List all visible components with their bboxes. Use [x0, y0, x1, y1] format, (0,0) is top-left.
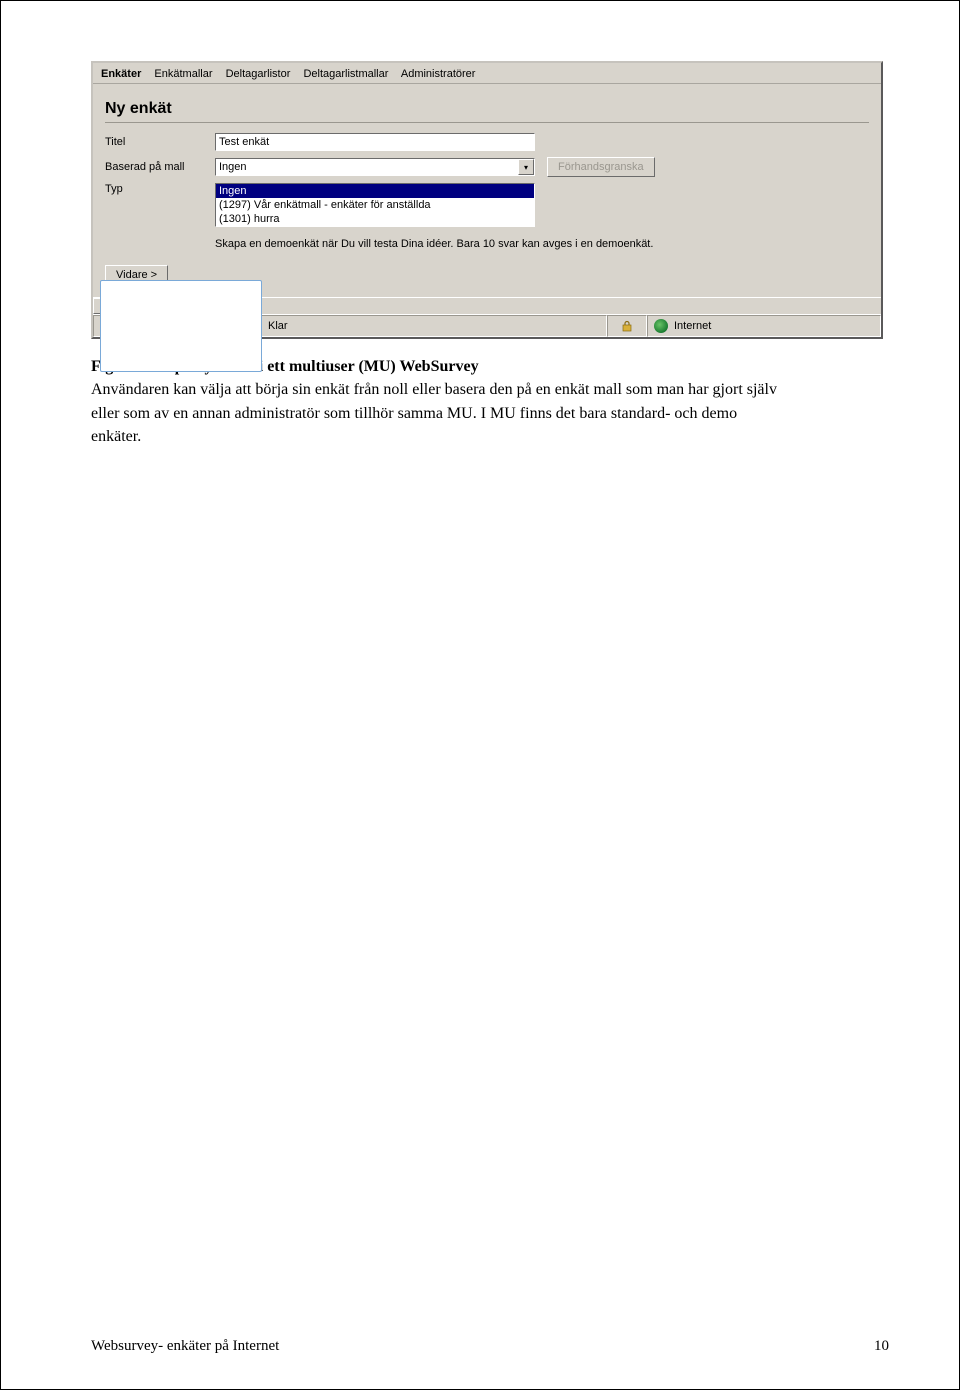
- status-right-text: Internet: [674, 320, 711, 332]
- menu-item-deltagarlistmallar[interactable]: Deltagarlistmallar: [303, 68, 388, 80]
- form-panel: Ny enkät Titel Baserad på mall Ingen ▾ F…: [105, 90, 869, 297]
- footer-left: Websurvey- enkäter på Internet: [91, 1338, 279, 1355]
- menu-item-enkatmallar[interactable]: Enkätmallar: [154, 68, 212, 80]
- figure-caption-body: Användaren kan välja att börja sin enkät…: [91, 381, 777, 444]
- menu-item-administratorer[interactable]: Administratörer: [401, 68, 476, 80]
- typ-listbox[interactable]: Ingen (1297) Vår enkätmall - enkäter för…: [215, 183, 535, 227]
- chevron-down-icon[interactable]: ▾: [518, 159, 534, 175]
- status-lock-cell: [607, 315, 647, 337]
- lock-icon: [621, 320, 633, 332]
- baserad-selected-value: Ingen: [219, 161, 247, 173]
- app-window: Enkäter Enkätmallar Deltagarlistor Delta…: [91, 61, 883, 339]
- preview-button: Förhandsgranska: [547, 157, 655, 177]
- baserad-select[interactable]: Ingen ▾: [215, 158, 535, 176]
- menu-item-enkater[interactable]: Enkäter: [101, 68, 141, 80]
- help-text: Skapa en demoenkät när Du vill testa Din…: [215, 233, 695, 251]
- footer-page-number: 10: [874, 1338, 889, 1355]
- globe-icon: [654, 319, 668, 333]
- main-menu-bar: Enkäter Enkätmallar Deltagarlistor Delta…: [93, 63, 881, 84]
- label-baserad: Baserad på mall: [105, 161, 215, 173]
- page-footer: Websurvey- enkäter på Internet 10: [91, 1338, 889, 1355]
- label-typ: Typ: [105, 183, 215, 195]
- label-titel: Titel: [105, 136, 215, 148]
- menu-item-deltagarlistor[interactable]: Deltagarlistor: [226, 68, 291, 80]
- typ-option-2[interactable]: (1301) hurra: [216, 212, 534, 226]
- typ-option-1[interactable]: (1297) Vår enkätmall - enkäter för anstä…: [216, 198, 534, 212]
- panel-title: Ny enkät: [105, 90, 869, 123]
- page-icon: [100, 280, 262, 372]
- status-bar: Klar Internet: [93, 314, 881, 337]
- titel-input[interactable]: [215, 133, 535, 151]
- status-right: Internet: [647, 315, 881, 337]
- status-left: Klar: [93, 315, 607, 337]
- typ-option-0[interactable]: Ingen: [216, 184, 534, 198]
- status-left-text: Klar: [268, 320, 288, 332]
